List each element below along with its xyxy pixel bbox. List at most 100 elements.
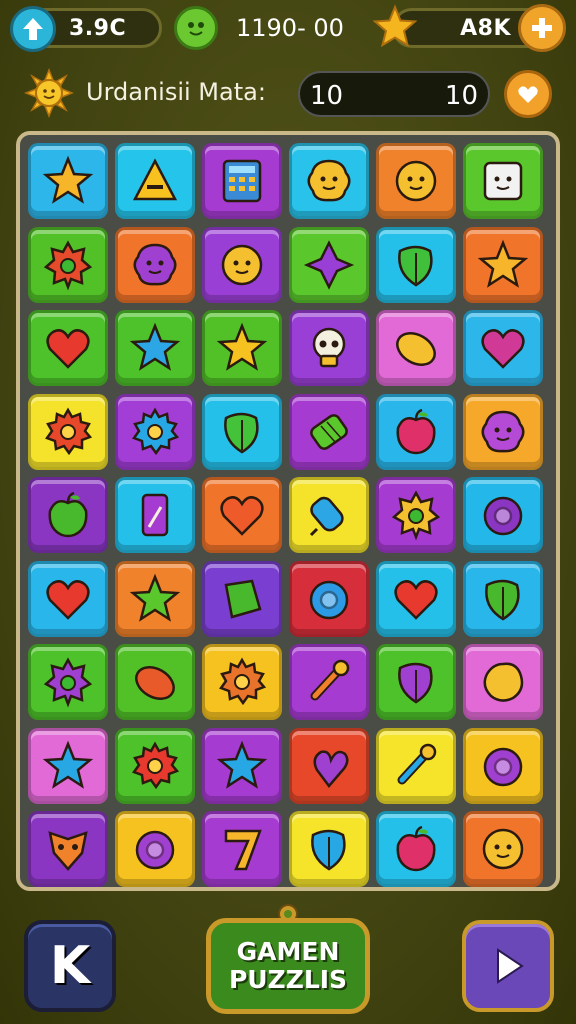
tile-blob-face[interactable] (289, 143, 369, 219)
skull-icon (312, 327, 346, 368)
tile-star[interactable] (115, 310, 195, 386)
tile-skull[interactable] (289, 310, 369, 386)
apple-icon (396, 825, 436, 872)
mask-icon (48, 831, 88, 871)
ring-icon (135, 830, 175, 870)
tile-box-face[interactable] (463, 143, 543, 219)
tile-seven[interactable] (202, 811, 282, 887)
leaf-icon (224, 412, 259, 453)
tile-face[interactable] (376, 143, 456, 219)
leaf-icon (398, 245, 433, 286)
tile-diamond-star[interactable] (289, 226, 369, 303)
tile-badge[interactable] (376, 477, 456, 553)
star-icon (42, 740, 94, 789)
tile-leaf[interactable] (376, 644, 456, 720)
tile-star[interactable] (463, 226, 543, 303)
gear-icon (219, 657, 267, 706)
tile-face[interactable] (463, 811, 543, 887)
tile-heart[interactable] (463, 310, 543, 386)
tile-gear[interactable] (202, 644, 282, 720)
sun-icon (24, 68, 74, 118)
heart-icon (394, 579, 438, 620)
play-icon (497, 948, 524, 984)
tile-roll[interactable] (289, 393, 369, 470)
tile-heart-shape[interactable] (289, 727, 369, 804)
tile-apple[interactable] (376, 393, 456, 470)
tile-ring[interactable] (463, 727, 543, 804)
face-icon (482, 828, 524, 870)
tile-heart[interactable] (202, 477, 282, 553)
tile-leaf[interactable] (463, 560, 543, 637)
tile-square[interactable] (202, 560, 282, 637)
heart-icon (46, 579, 90, 620)
tile-star[interactable] (202, 310, 282, 386)
tile-badge[interactable] (28, 644, 108, 720)
tile-heart[interactable] (28, 560, 108, 637)
tile-star[interactable] (28, 727, 108, 804)
seven-icon (224, 829, 262, 871)
tile-gear[interactable] (115, 393, 195, 470)
tile-popsicle[interactable] (289, 477, 369, 553)
coins-value: A8K (460, 15, 511, 41)
heart-icon (220, 496, 264, 536)
tile-star[interactable] (28, 143, 108, 219)
tile-apple[interactable] (376, 811, 456, 887)
ring-icon (483, 747, 523, 786)
tile-calculator[interactable] (202, 143, 282, 219)
calculator-icon (222, 159, 262, 203)
tile-leaf[interactable] (202, 393, 282, 470)
gear-icon (132, 406, 180, 455)
tile-mask[interactable] (28, 811, 108, 887)
tile-apple[interactable] (28, 477, 108, 553)
tile-blob-face[interactable] (463, 393, 543, 470)
level-value-left: 10 (310, 81, 344, 111)
leaf-icon (398, 662, 433, 704)
tile-star[interactable] (202, 727, 282, 804)
heart-arrow-icon[interactable] (504, 70, 552, 118)
tile-ring[interactable] (463, 477, 543, 553)
wand-icon (310, 659, 350, 701)
game-button-line1: GAMEN (236, 937, 340, 966)
tile-wand[interactable] (289, 644, 369, 720)
blob-face-icon (307, 159, 351, 202)
tile-triangle[interactable] (115, 143, 195, 219)
tile-blob-face[interactable] (115, 226, 195, 303)
tile-bean[interactable] (115, 644, 195, 720)
tile-wand[interactable] (376, 727, 456, 804)
tile-face[interactable] (202, 226, 282, 303)
tile-ring[interactable] (289, 560, 369, 637)
tile-heart[interactable] (28, 310, 108, 386)
game-puzzles-button[interactable]: GAMEN PUZZLIS (206, 918, 370, 1014)
tile-gear[interactable] (28, 393, 108, 470)
green-face-icon (174, 6, 218, 50)
tile-badge[interactable] (28, 226, 108, 303)
leaf-icon (311, 829, 346, 871)
heart-icon (46, 329, 90, 369)
star-icon (42, 155, 94, 204)
blob-face-icon (133, 243, 177, 285)
tile-jar[interactable] (115, 477, 195, 553)
badge-icon (43, 239, 93, 291)
star-icon (477, 239, 529, 288)
tile-gear[interactable] (115, 727, 195, 804)
bean-icon (396, 332, 436, 366)
star-icon (216, 740, 268, 789)
jar-icon (141, 493, 169, 537)
play-button[interactable] (462, 920, 554, 1012)
tile-star[interactable] (115, 560, 195, 637)
plus-icon[interactable] (518, 4, 566, 52)
tile-leaf[interactable] (376, 226, 456, 303)
star-icon (216, 322, 268, 371)
wand-icon (397, 743, 437, 784)
back-button[interactable]: K (24, 920, 116, 1012)
tile-leaf[interactable] (289, 811, 369, 887)
score-value: 1190- 00 (236, 14, 344, 42)
face-icon (221, 244, 263, 285)
roll-icon (310, 413, 348, 450)
box-face-icon (483, 161, 523, 201)
tile-blob[interactable] (463, 644, 543, 720)
tile-bean[interactable] (376, 310, 456, 386)
tile-ring[interactable] (115, 811, 195, 887)
tile-heart[interactable] (376, 560, 456, 637)
arrow-up-icon[interactable] (10, 6, 56, 52)
